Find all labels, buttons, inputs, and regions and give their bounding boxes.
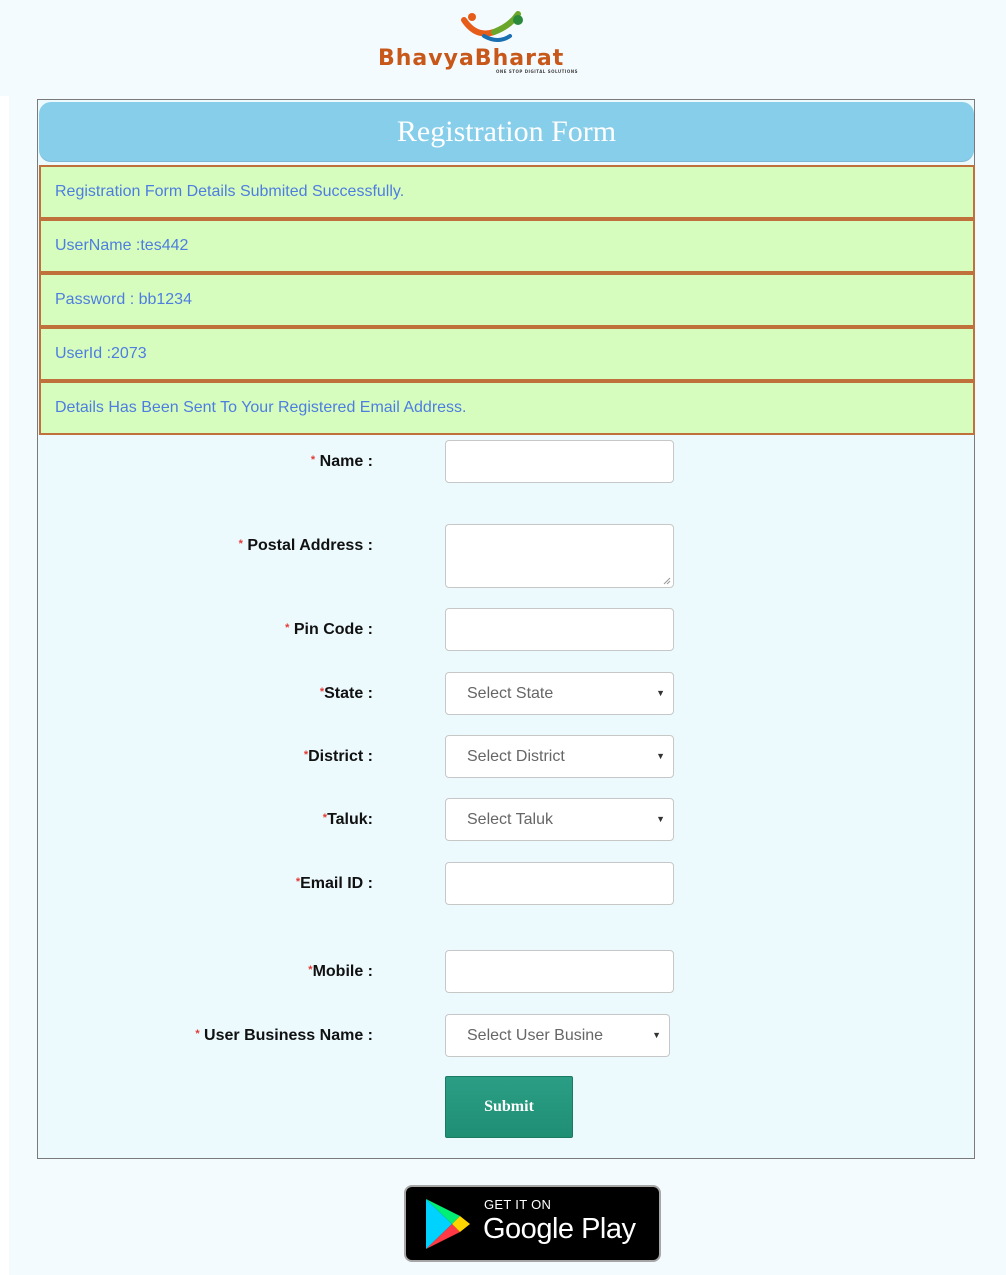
google-play-badge[interactable]: GET IT ON Google Play — [404, 1185, 661, 1262]
bhavyabharat-logo: BhavyaBharat ONE STOP DIGITAL SOLUTIONS — [376, 8, 638, 78]
dropdown-caret-icon: ▼ — [656, 814, 665, 824]
pin-code-input[interactable] — [445, 608, 674, 651]
taluk-label: *Taluk: — [322, 811, 373, 828]
required-marker: * — [238, 538, 243, 550]
resize-grip-icon[interactable] — [662, 576, 671, 585]
business-name-label: * User Business Name : — [195, 1027, 373, 1044]
state-label: *State : — [319, 685, 373, 702]
left-strip — [0, 96, 9, 1275]
postal-address-textarea[interactable] — [445, 524, 674, 588]
mobile-input[interactable] — [445, 950, 674, 993]
required-marker: * — [308, 964, 313, 976]
required-marker: * — [295, 876, 301, 888]
state-selected-value: Select State — [467, 685, 554, 702]
logo-brand-text: BhavyaBharat — [378, 46, 565, 71]
userid-message: UserId :2073 — [39, 327, 975, 381]
required-marker: * — [195, 1028, 200, 1040]
dropdown-caret-icon: ▼ — [656, 688, 665, 698]
email-input[interactable] — [445, 862, 674, 905]
required-marker: * — [322, 812, 328, 824]
email-label: *Email ID : — [295, 875, 373, 892]
required-marker: * — [285, 622, 290, 634]
business-name-select[interactable]: Select User Busine ▼ — [445, 1014, 670, 1057]
required-marker: * — [303, 749, 309, 761]
state-select[interactable]: Select State ▼ — [445, 672, 674, 715]
success-message: Registration Form Details Submited Succe… — [39, 165, 975, 219]
pin-code-label: * Pin Code : — [285, 621, 373, 638]
district-label: *District : — [303, 748, 373, 765]
name-input[interactable] — [445, 440, 674, 483]
logo-tagline: ONE STOP DIGITAL SOLUTIONS — [496, 69, 579, 74]
dropdown-caret-icon: ▼ — [656, 751, 665, 761]
google-play-icon — [426, 1199, 470, 1249]
email-sent-message: Details Has Been Sent To Your Registered… — [39, 381, 975, 435]
dropdown-caret-icon: ▼ — [652, 1030, 661, 1040]
taluk-select[interactable]: Select Taluk ▼ — [445, 798, 674, 841]
district-selected-value: Select District — [467, 748, 565, 765]
business-selected-value: Select User Busine — [467, 1027, 604, 1044]
password-message: Password : bb1234 — [39, 273, 975, 327]
district-select[interactable]: Select District ▼ — [445, 735, 674, 778]
submit-button[interactable]: Submit — [445, 1076, 573, 1138]
form-title: Registration Form — [39, 102, 974, 162]
registration-card: Registration Form Registration Form Deta… — [37, 99, 975, 1159]
username-message: UserName :tes442 — [39, 219, 975, 273]
required-marker: * — [310, 454, 316, 466]
postal-address-label: * Postal Address : — [238, 537, 373, 554]
taluk-selected-value: Select Taluk — [467, 811, 553, 828]
badge-line2: Google Play — [483, 1213, 636, 1245]
required-marker: * — [319, 686, 325, 698]
name-label: * Name : — [310, 453, 373, 470]
badge-line1: GET IT ON — [484, 1197, 552, 1212]
mobile-label: *Mobile : — [308, 963, 373, 980]
